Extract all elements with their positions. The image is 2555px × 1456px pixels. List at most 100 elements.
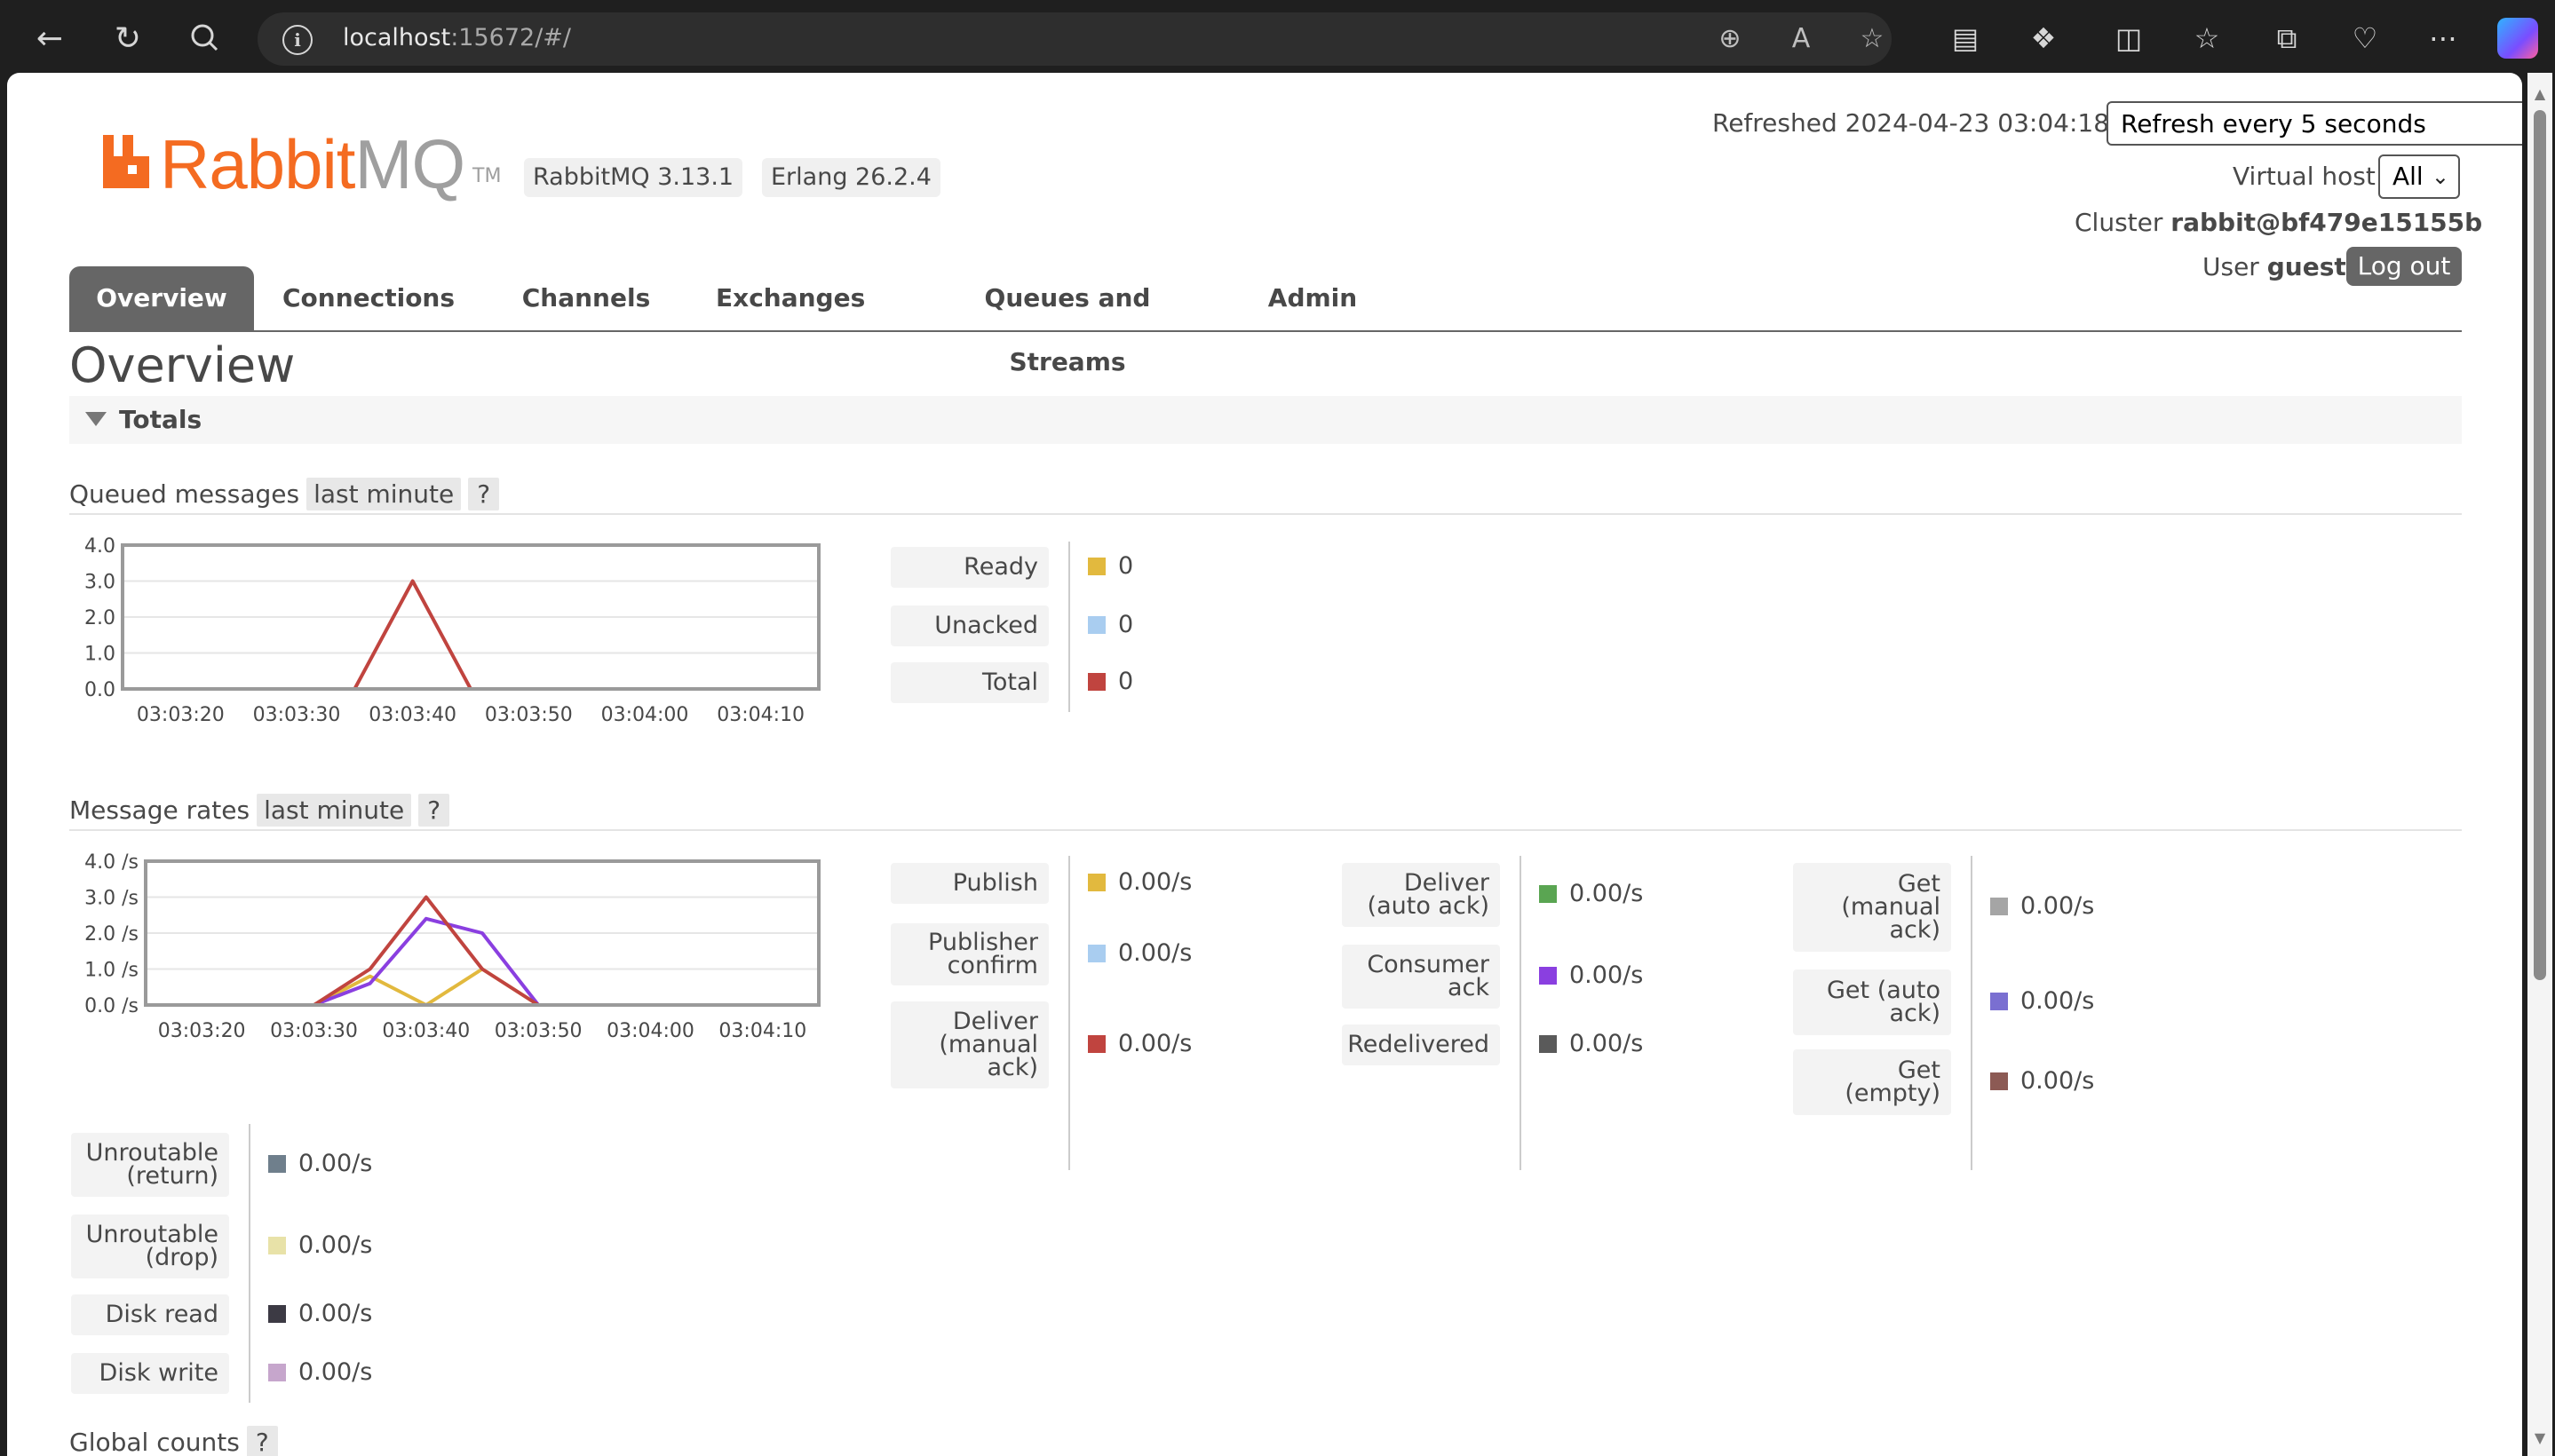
column-separator — [1068, 542, 1070, 712]
chevron-down-icon: ⌄ — [2431, 164, 2449, 189]
stat-label-publish: Publish — [891, 863, 1049, 904]
scroll-up-arrow-icon[interactable]: ▲ — [2527, 85, 2552, 102]
stat-label-get-empty: Get (empty) — [1793, 1049, 1951, 1115]
y-tick-label: 0.0 — [84, 679, 115, 701]
y-tick-label: 2.0 /s — [84, 923, 139, 946]
queued-messages-chart: 4.0 3.0 2.0 1.0 0.0 03:03:20 03:03:30 03:03:40 0… — [84, 535, 821, 726]
totals-heading: Totals — [119, 405, 202, 434]
stat-value-get-auto-ack: 0.00/s — [1990, 987, 2094, 1015]
cluster-name: rabbit@bf479e15155b — [2170, 208, 2483, 237]
stat-value-redelivered: 0.00/s — [1539, 1030, 1643, 1057]
address-bar[interactable]: i localhost:15672/#/ ⊕ A ☆ — [258, 12, 1892, 66]
more-icon[interactable]: ⋯ — [2423, 18, 2464, 59]
rates-help-button[interactable]: ? — [418, 794, 450, 827]
chevron-down-icon: ⌄ — [2520, 103, 2522, 146]
column-separator — [1520, 856, 1521, 1170]
copilot-icon[interactable] — [2497, 18, 2538, 59]
legend-swatch — [1088, 874, 1106, 891]
column-separator — [249, 1124, 250, 1403]
refresh-icon[interactable]: ↻ — [105, 16, 151, 62]
url-text[interactable]: localhost:15672/#/ — [343, 24, 571, 51]
reading-view-icon[interactable]: ▤ — [1945, 18, 1986, 59]
x-tick-label: 03:03:50 — [495, 1020, 583, 1042]
legend-swatch — [1539, 885, 1557, 903]
search-icon[interactable] — [183, 16, 229, 62]
virtual-host-select[interactable]: All ⌄ — [2378, 154, 2460, 199]
y-tick-label: 4.0 /s — [84, 851, 139, 874]
stat-value-publish: 0.00/s — [1088, 868, 1192, 896]
y-tick-label: 3.0 /s — [84, 888, 139, 910]
rabbitmq-logo[interactable]: RabbitMQ TM — [91, 124, 508, 203]
stat-value-unroutable-return: 0.00/s — [268, 1150, 372, 1177]
legend-swatch — [1088, 945, 1106, 962]
stat-label-redelivered: Redelivered — [1342, 1025, 1500, 1065]
stat-label-get-manual-ack: Get (manual ack) — [1793, 863, 1951, 952]
tab-connections[interactable]: Connections — [275, 266, 462, 330]
stat-value-consumer-ack: 0.00/s — [1539, 961, 1643, 989]
stat-label-deliver-manual-ack: Deliver (manual ack) — [891, 1001, 1049, 1088]
stat-value-unacked: 0 — [1088, 611, 1133, 638]
scrollbar-thumb[interactable] — [2534, 110, 2546, 980]
data-point — [411, 580, 415, 582]
legend-swatch — [268, 1237, 286, 1254]
x-tick-label: 03:04:10 — [717, 704, 805, 726]
tab-channels[interactable]: Channels — [519, 266, 654, 330]
scroll-down-arrow-icon[interactable]: ▼ — [2527, 1429, 2552, 1446]
rates-range-selector[interactable]: last minute — [257, 794, 412, 827]
x-tick-label: 03:03:30 — [253, 704, 341, 726]
x-tick-label: 03:04:00 — [601, 704, 689, 726]
stat-label-unacked: Unacked — [891, 605, 1049, 646]
column-separator — [1971, 856, 1972, 1170]
x-tick-label: 03:04:00 — [607, 1020, 694, 1042]
totals-section-toggle[interactable]: Totals — [69, 396, 2462, 444]
zoom-icon[interactable]: ⊕ — [1714, 23, 1746, 55]
tab-queues-and-streams[interactable]: Queues and Streams — [929, 266, 1206, 376]
data-point — [425, 917, 428, 921]
tab-admin[interactable]: Admin — [1265, 266, 1361, 330]
collections-icon[interactable]: ⧉ — [2266, 18, 2307, 59]
stat-label-ready: Ready — [891, 547, 1049, 588]
queued-range-selector[interactable]: last minute — [306, 478, 462, 510]
stat-value-total: 0 — [1088, 668, 1133, 695]
stat-label-unroutable-return: Unroutable (return) — [71, 1133, 229, 1197]
back-arrow-icon[interactable]: ← — [27, 16, 73, 62]
legend-swatch — [1539, 1035, 1557, 1053]
stat-label-total: Total — [891, 662, 1049, 703]
read-aloud-icon[interactable]: A — [1785, 23, 1817, 55]
rabbitmq-logo-icon — [103, 135, 149, 188]
x-tick-label: 03:03:20 — [158, 1020, 246, 1042]
logo-trademark: TM — [472, 165, 502, 187]
cluster-label: Cluster — [2075, 208, 2163, 237]
legend-swatch — [268, 1305, 286, 1323]
tab-exchanges[interactable]: Exchanges — [716, 266, 865, 330]
browser-essentials-icon[interactable]: ♡ — [2345, 18, 2385, 59]
tab-overview[interactable]: Overview — [69, 266, 254, 330]
y-tick-label: 0.0 /s — [84, 995, 139, 1017]
page-scrollbar[interactable]: ▲ ▼ — [2527, 73, 2552, 1456]
global-counts-help-button[interactable]: ? — [246, 1426, 278, 1456]
stat-value-deliver-auto-ack: 0.00/s — [1539, 880, 1643, 907]
split-screen-icon[interactable]: ◫ — [2108, 18, 2149, 59]
x-tick-label: 03:03:40 — [382, 1020, 470, 1042]
queued-messages-heading: Queued messages last minute? — [69, 478, 500, 510]
erlang-badge: Erlang 26.2.4 — [762, 158, 940, 197]
queued-help-button[interactable]: ? — [468, 478, 500, 510]
stat-value-disk-read: 0.00/s — [268, 1300, 372, 1327]
info-icon[interactable]: i — [282, 25, 313, 55]
x-tick-label: 03:03:30 — [270, 1020, 358, 1042]
rabbitmq-management-page: RabbitMQ TM RabbitMQ 3.13.1 Erlang 26.2.… — [7, 73, 2522, 1456]
stat-label-consumer-ack: Consumer ack — [1342, 945, 1500, 1009]
virtual-host-label: Virtual host — [2233, 162, 2376, 191]
favorite-star-icon[interactable]: ☆ — [1856, 23, 1888, 55]
refreshed-timestamp: Refreshed 2024-04-23 03:04:18 — [1712, 108, 2110, 138]
legend-swatch — [1088, 1035, 1106, 1053]
stat-label-unroutable-drop: Unroutable (drop) — [71, 1215, 229, 1278]
favorites-icon[interactable]: ☆ — [2186, 18, 2227, 59]
refresh-interval-select[interactable]: Refresh every 5 seconds ⌄ — [2107, 101, 2522, 146]
y-tick-label: 4.0 — [84, 535, 115, 558]
extensions-icon[interactable]: ❖ — [2023, 18, 2064, 59]
data-point — [369, 975, 372, 978]
stat-label-get-auto-ack: Get (auto ack) — [1793, 969, 1951, 1035]
browser-toolbar: ← ↻ i localhost:15672/#/ ⊕ A ☆ ▤ ❖ ◫ ☆ ⧉… — [0, 0, 2555, 73]
stat-value-unroutable-drop: 0.00/s — [268, 1231, 372, 1259]
